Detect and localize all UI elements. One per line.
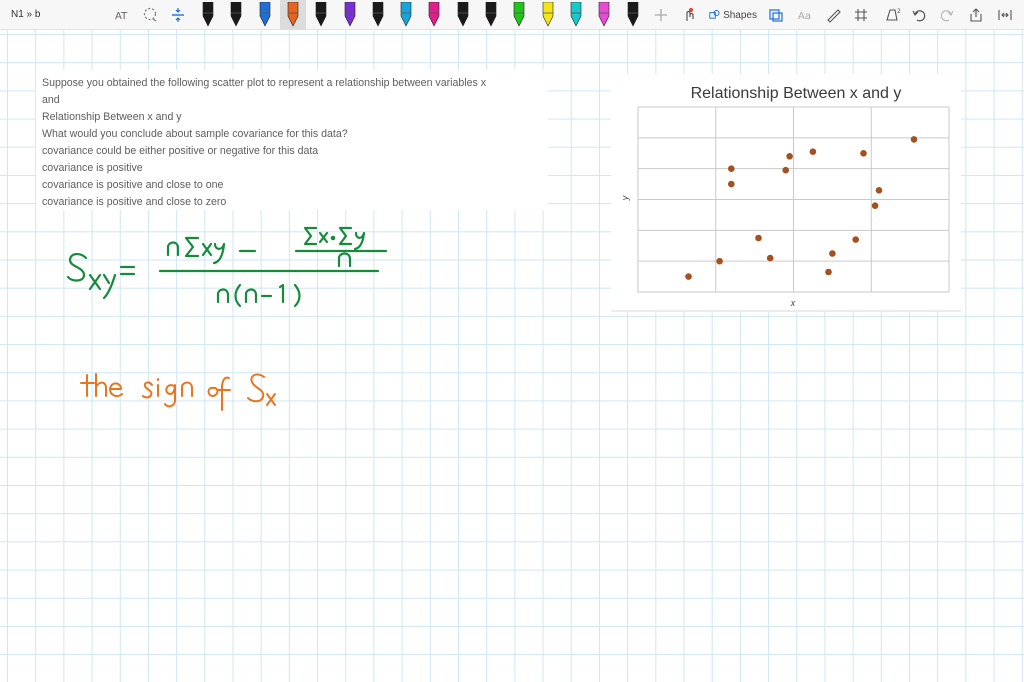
pen-4-icon[interactable] [283, 0, 303, 30]
lasso-select-icon[interactable] [141, 4, 159, 26]
pen-6-icon[interactable] [340, 0, 360, 30]
ruler-icon[interactable] [824, 4, 842, 26]
ink-to-shape-icon[interactable] [767, 4, 785, 26]
pen-15-icon[interactable] [594, 0, 614, 30]
collapse-icon[interactable] [996, 4, 1014, 26]
handwritten-ink [66, 226, 388, 411]
pen-1-icon[interactable] [198, 0, 218, 30]
type-text-icon[interactable]: AT [113, 4, 131, 26]
page-title: N1 » b [11, 9, 41, 20]
pen-11-icon[interactable] [481, 0, 501, 30]
pen-10-icon[interactable] [453, 0, 473, 30]
shapes-label: Shapes [723, 9, 757, 21]
pen-13-icon[interactable] [538, 0, 558, 30]
add-pen-icon[interactable] [652, 4, 670, 26]
note-canvas[interactable]: Suppose you obtained the following scatt… [0, 30, 1024, 682]
pen-8-icon[interactable] [396, 0, 416, 30]
handwritten-note [80, 373, 276, 411]
toolbar: N1 » b AT Shapes Aa 2 [0, 0, 1024, 30]
pen-12-icon[interactable] [509, 0, 529, 30]
svg-text:2: 2 [897, 8, 901, 15]
svg-text:AT: AT [115, 11, 128, 22]
svg-text:Aa: Aa [798, 11, 811, 22]
pen-2-icon[interactable] [226, 0, 246, 30]
pen-16-icon[interactable] [623, 0, 643, 30]
pen-9-icon[interactable] [424, 0, 444, 30]
handwritten-covariance-formula [66, 226, 388, 308]
replay-icon[interactable]: 2 [882, 4, 904, 26]
redo-icon[interactable] [938, 4, 956, 26]
undo-icon[interactable] [910, 4, 928, 26]
share-icon[interactable] [967, 4, 985, 26]
touch-draw-icon[interactable] [679, 4, 699, 26]
pen-7-icon[interactable] [368, 0, 388, 30]
pen-3-icon[interactable] [255, 0, 275, 30]
add-space-icon[interactable] [169, 4, 187, 26]
pen-14-icon[interactable] [566, 0, 586, 30]
pen-5-icon[interactable] [311, 0, 331, 30]
shapes-icon [709, 10, 720, 19]
ink-to-text-icon[interactable]: Aa [796, 4, 814, 26]
shapes-button[interactable]: Shapes [709, 4, 757, 26]
grid-settings-icon[interactable] [852, 4, 870, 26]
